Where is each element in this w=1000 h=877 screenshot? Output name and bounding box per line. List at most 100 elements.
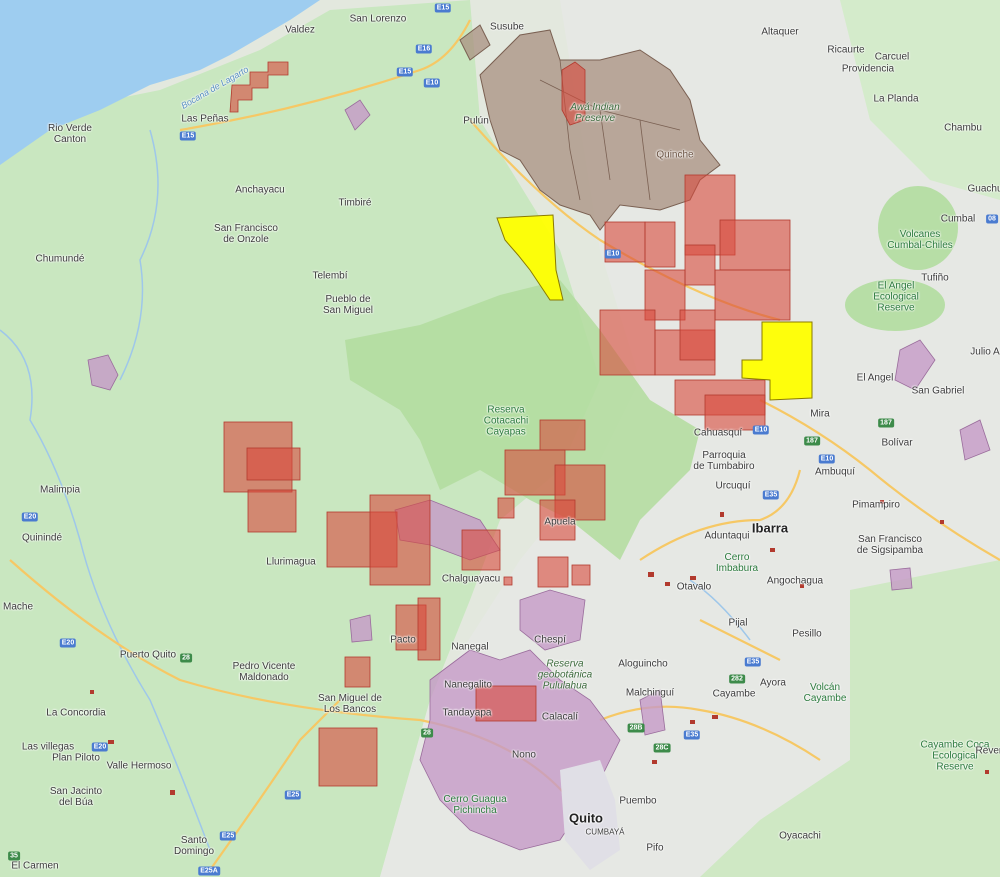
label-julio: Julio A — [970, 346, 1000, 358]
label-nanegal: Nanegal — [451, 641, 489, 653]
label-apuela: Apuela — [544, 516, 576, 528]
shield-282: 282 — [729, 674, 745, 684]
label-chespi: Chespí — [534, 634, 566, 646]
label-parroquia-tumbabiro: Parroquia de Tumbabiro — [693, 450, 755, 472]
shield-e10: E10 — [818, 454, 836, 464]
label-el-angel: El Angel — [856, 372, 894, 384]
label-chalguayacu: Chalguayacu — [441, 573, 501, 585]
label-ibarra: Ibarra — [751, 520, 789, 536]
shield-e35: E35 — [744, 657, 762, 667]
shield-e15: E15 — [179, 131, 197, 141]
label-cumbal: Cumbal — [940, 213, 976, 225]
label-la-concordia: La Concordia — [46, 707, 106, 719]
label-tandayapa: Tandayapa — [442, 707, 492, 719]
label-nanegalito: Nanegalito — [444, 679, 492, 691]
shield-e25: E25 — [284, 790, 302, 800]
label-santo-domingo: Santo Domingo — [173, 835, 215, 857]
shield-28: 28 — [421, 728, 433, 738]
shield-08: 08 — [986, 214, 998, 224]
label-ambuqui: Ambuquí — [814, 466, 856, 478]
shield-e25a: E25A — [198, 866, 220, 876]
label-angochagua: Angochagua — [766, 575, 824, 587]
label-san-francisco-onzole: San Francisco de Onzole — [214, 223, 278, 245]
label-ricaurte: Ricaurte — [827, 44, 865, 56]
shield-e20: E20 — [91, 742, 109, 752]
shield-e10: E10 — [604, 249, 622, 259]
label-pedro-vicente: Pedro Vicente Maldonado — [232, 661, 296, 683]
shield-e15: E15 — [434, 3, 452, 13]
shield-28c: 28C — [653, 743, 671, 753]
label-san-miguel-bancos: San Miguel de Los Bancos — [318, 693, 382, 715]
label-nono: Nono — [512, 749, 536, 761]
label-ayora: Ayora — [760, 677, 786, 689]
label-pesillo: Pesillo — [792, 628, 822, 640]
label-reventador: Reven — [975, 745, 1000, 757]
shield-187: 187 — [878, 418, 894, 428]
label-aduntaqui: Aduntaqui — [704, 530, 750, 542]
label-bolivar: Bolívar — [881, 437, 913, 449]
label-guachu: Guachu — [967, 183, 1000, 195]
label-volcan-cayambe: Volcán Cayambe — [803, 682, 847, 704]
label-pijal: Pijal — [728, 617, 748, 629]
label-volcanes-cumbal: Volcanes Cumbal-Chiles — [887, 229, 953, 251]
label-cumbaya: CUMBAYÁ — [585, 827, 625, 837]
label-pueblo-san-miguel: Pueblo de San Miguel — [322, 294, 374, 316]
shield-e15: E15 — [396, 67, 414, 77]
label-la-planda: La Planda — [873, 93, 919, 105]
label-san-gabriel: San Gabriel — [911, 385, 965, 397]
shield-28: 28 — [180, 653, 192, 663]
label-puembo: Puembo — [619, 795, 657, 807]
label-chumunde: Chumundé — [35, 253, 85, 265]
label-reserva-cotacachi: Reserva Cotacachi Cayapas — [483, 404, 529, 438]
map-canvas[interactable]: Valdez San Lorenzo Susube Altaquer Ricau… — [0, 0, 1000, 877]
label-rio-verde: Rio Verde Canton — [48, 123, 92, 145]
label-las-penas: Las Peñas — [181, 113, 229, 125]
label-el-carmen: El Carmen — [11, 860, 59, 872]
label-providencia: Providencia — [841, 63, 895, 75]
reserve-cumbal-area[interactable] — [878, 186, 958, 270]
shield-e10: E10 — [752, 425, 770, 435]
shield-e20: E20 — [21, 512, 39, 522]
shield-28b: 28B — [627, 723, 645, 733]
label-oyacachi: Oyacachi — [779, 830, 821, 842]
shield-e16: E16 — [415, 44, 433, 54]
shield-e20: E20 — [59, 638, 77, 648]
label-pacto: Pacto — [390, 634, 416, 646]
label-valdez: Valdez — [285, 24, 315, 36]
label-malimpia: Malimpia — [39, 484, 81, 496]
label-chambu: Chambu — [944, 122, 982, 134]
shield-e25: E25 — [219, 831, 237, 841]
label-tufino: Tufiño — [921, 272, 949, 284]
label-quito: Quito — [569, 810, 603, 826]
label-cerro-imbabura: Cerro Imbabura — [715, 552, 759, 574]
label-cayambe: Cayambe — [712, 688, 756, 700]
label-valle-hermoso: Valle Hermoso — [106, 760, 172, 772]
label-quinche: Quinche — [656, 149, 694, 161]
label-mache: Mache — [2, 601, 34, 613]
label-awa: Awá Indian Preserve — [570, 102, 620, 124]
label-pulun: Pulún — [463, 115, 489, 127]
label-el-angel-reserve: El Angel Ecological Reserve — [873, 280, 919, 314]
label-susube: Susube — [490, 21, 524, 33]
label-puerto-quito: Puerto Quito — [119, 649, 177, 661]
label-aloguincho: Aloguincho — [618, 658, 668, 670]
shield-187: 187 — [804, 436, 820, 446]
shield-35: 35 — [8, 851, 20, 861]
label-cerro-guagua: Cerro Guagua Pichincha — [443, 794, 507, 816]
label-san-francisco-sigsipamba: San Francisco de Sigsipamba — [856, 534, 924, 556]
label-quininde: Quinindé — [21, 532, 63, 544]
shield-e35: E35 — [762, 490, 780, 500]
label-san-jacinto: San Jacinto del Búa — [49, 786, 103, 808]
shield-e10: E10 — [423, 78, 441, 88]
label-telembi: Telembí — [312, 270, 348, 282]
label-carcuel: Carcuel — [874, 51, 910, 63]
label-calacali: Calacalí — [541, 711, 579, 723]
map-layer[interactable] — [0, 0, 1000, 877]
label-mira: Mira — [810, 408, 830, 420]
label-las-villegas: Las villegas — [21, 741, 75, 753]
label-plan-piloto: Plan Piloto — [52, 752, 100, 764]
label-pimampiro: Pimampiro — [852, 499, 900, 511]
label-timbire: Timbiré — [338, 197, 372, 209]
label-otavalo: Otavalo — [676, 581, 712, 593]
label-altaquer: Altaquer — [761, 26, 799, 38]
